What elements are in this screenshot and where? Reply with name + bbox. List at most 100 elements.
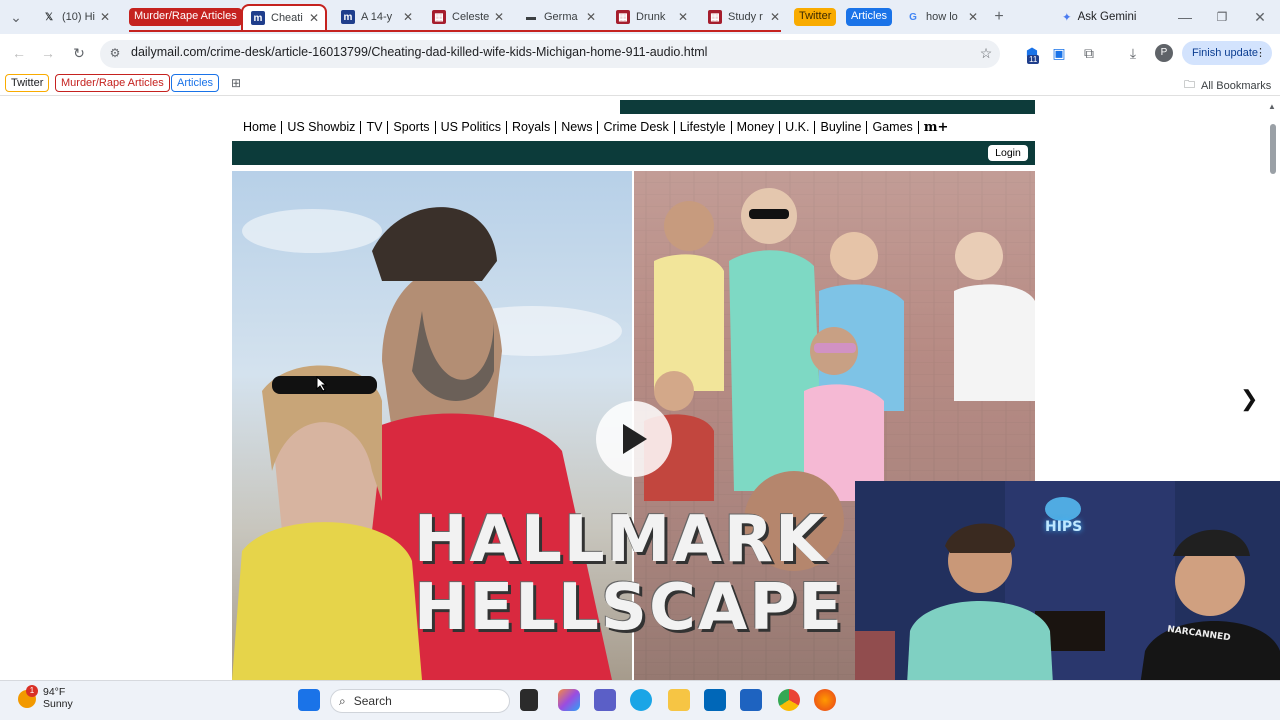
apps-grid-icon[interactable]: ⊞ [228, 75, 244, 91]
nav-crime-desk[interactable]: Crime Desk [598, 121, 675, 134]
restore-icon[interactable]: ❐ [1213, 9, 1231, 25]
site-info-icon[interactable]: ⚙ [106, 44, 124, 62]
kebab-menu-icon[interactable]: ⋮ [1255, 41, 1266, 65]
tab-4[interactable]: ▦ Celeste ✕ [424, 4, 510, 30]
ask-gemini-label: Ask Gemini [1077, 11, 1137, 23]
book-icon: ▦ [432, 10, 446, 24]
store-icon[interactable] [704, 689, 726, 711]
taskbar-search[interactable]: ⌕ Search [330, 689, 510, 713]
close-window-icon[interactable]: ✕ [1251, 9, 1269, 25]
url-text[interactable]: dailymail.com/crime-desk/article-1601379… [131, 45, 707, 59]
nav-sports[interactable]: Sports [388, 121, 436, 134]
cursor-icon [316, 376, 328, 392]
ask-gemini-button[interactable]: ✦ Ask Gemini [1062, 8, 1136, 26]
mail-icon[interactable] [740, 689, 762, 711]
tab-2-active[interactable]: m Cheati ✕ [241, 4, 327, 30]
tab-5[interactable]: ▬ Germa ✕ [516, 4, 602, 30]
bookmark-murder-articles[interactable]: Murder/Rape Articles [55, 74, 170, 92]
nav-royals[interactable]: Royals [507, 121, 557, 134]
tab-label: Celeste [452, 11, 490, 23]
tab-group-twitter[interactable]: Twitter [794, 8, 837, 26]
book-icon: ▦ [616, 10, 630, 24]
taskbar-search-label: Search [353, 694, 392, 708]
bookmark-star-icon[interactable]: ☆ [977, 44, 995, 62]
tab-8[interactable]: G how lo ✕ [898, 4, 984, 30]
bar-icon: ▬ [526, 11, 536, 23]
weather-widget[interactable]: 94°F Sunny [43, 686, 73, 710]
nav-home[interactable]: Home [238, 121, 283, 134]
all-bookmarks-button[interactable]: 🗀 All Bookmarks [1184, 76, 1271, 95]
neon-sign: HIPS [1045, 519, 1083, 535]
tab-search-chevron-icon[interactable]: ⌄ [8, 9, 24, 25]
play-icon [623, 424, 647, 454]
nav-buyline[interactable]: Buyline [815, 121, 868, 134]
nav-lifestyle[interactable]: Lifestyle [675, 121, 732, 134]
back-icon[interactable]: ← [10, 44, 28, 62]
new-tab-icon[interactable]: + [990, 8, 1008, 25]
close-tab-icon[interactable]: ✕ [100, 10, 110, 24]
tab-label: (10) Hi [62, 11, 96, 23]
bookmark-twitter[interactable]: Twitter [5, 74, 50, 92]
close-tab-icon[interactable]: ✕ [309, 11, 319, 25]
tab-group-murder[interactable]: Murder/Rape Articles [129, 8, 242, 26]
tab-1[interactable]: 𝕏 (10) Hi ✕ [34, 4, 116, 30]
tab-group-articles[interactable]: Articles [846, 8, 893, 26]
close-tab-icon[interactable]: ✕ [403, 10, 413, 24]
close-tab-icon[interactable]: ✕ [494, 10, 504, 24]
play-button[interactable] [596, 401, 672, 477]
nav-news[interactable]: News [556, 121, 599, 134]
tab-6[interactable]: ▦ Drunk ✕ [608, 4, 694, 30]
site-nav: Home US Showbiz TV Sports US Politics Ro… [232, 114, 1035, 141]
edge-icon[interactable] [630, 689, 652, 711]
copilot-icon[interactable] [558, 689, 580, 711]
nav-money[interactable]: Money [732, 121, 781, 134]
chrome-icon[interactable] [778, 689, 800, 711]
tab-label: A 14-y [361, 11, 393, 23]
close-tab-icon[interactable]: ✕ [586, 10, 596, 24]
close-tab-icon[interactable]: ✕ [770, 10, 780, 24]
book-icon: ▦ [708, 10, 722, 24]
bookmark-articles[interactable]: Articles [171, 74, 220, 92]
nav-uk[interactable]: U.K. [780, 121, 816, 134]
weather-badge: 1 [26, 685, 38, 697]
weather-desc: Sunny [43, 698, 73, 710]
top-banner-strip [620, 100, 1035, 114]
firefox-icon[interactable] [814, 689, 836, 711]
next-arrow-icon[interactable]: ❯ [1240, 386, 1258, 412]
google-icon: G [909, 11, 917, 23]
finish-update-button[interactable]: Finish update ⋮ [1182, 41, 1272, 65]
scroll-up-icon[interactable]: ▲ [1266, 101, 1278, 111]
reload-icon[interactable]: ↻ [70, 44, 88, 62]
close-tab-icon[interactable]: ✕ [968, 10, 978, 24]
nav-us-showbiz[interactable]: US Showbiz [282, 121, 362, 134]
finish-update-label: Finish update [1192, 47, 1259, 59]
translate-extension-icon[interactable]: ▣ [1050, 44, 1068, 62]
file-explorer-icon[interactable] [668, 689, 690, 711]
m-icon: m [251, 11, 265, 25]
tab-label: Drunk [636, 11, 666, 23]
nav-games[interactable]: Games [867, 121, 919, 134]
tab-label: how lo [926, 11, 958, 23]
teams-icon[interactable] [594, 689, 616, 711]
extensions-puzzle-icon[interactable]: ⧉ [1080, 44, 1098, 62]
task-view-icon[interactable] [520, 689, 538, 711]
forward-icon[interactable]: → [39, 44, 57, 62]
gemini-sparkle-icon: ✦ [1062, 12, 1072, 24]
close-tab-icon[interactable]: ✕ [678, 10, 688, 24]
nav-m-plus-logo[interactable]: m+ [919, 121, 954, 134]
search-icon: ⌕ [339, 693, 346, 708]
weather-temp: 94°F [43, 686, 66, 698]
minimize-icon[interactable]: — [1176, 9, 1194, 25]
profile-avatar[interactable]: P [1155, 44, 1173, 62]
folder-icon: 🗀 [1184, 79, 1195, 91]
login-button[interactable]: Login [988, 145, 1028, 161]
scrollbar-thumb[interactable] [1270, 124, 1276, 174]
windows-start-icon[interactable] [298, 689, 320, 711]
nav-tv[interactable]: TV [361, 121, 389, 134]
download-icon[interactable]: ⤓ [1124, 44, 1142, 62]
tab-7[interactable]: ▦ Study r ✕ [700, 4, 786, 30]
tab-group-underline [129, 30, 781, 32]
nav-us-politics[interactable]: US Politics [436, 121, 507, 134]
tab-3[interactable]: m A 14-y ✕ [333, 4, 419, 30]
extension-badge: 11 [1027, 55, 1040, 64]
